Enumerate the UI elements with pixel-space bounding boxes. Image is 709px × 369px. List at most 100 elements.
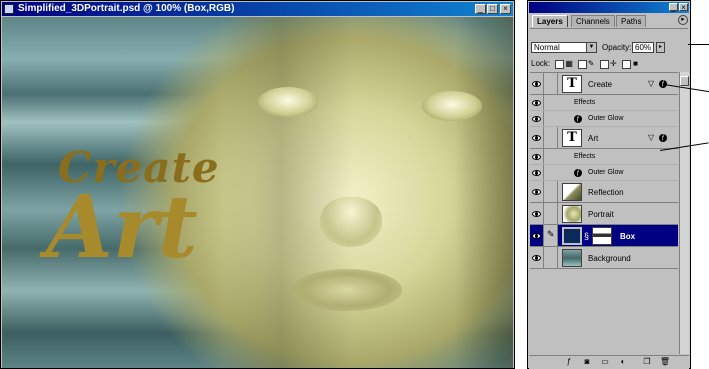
- right-eye: [422, 91, 482, 121]
- chain-link-icon: §: [584, 231, 590, 241]
- layers-palette: _ × Layers Channels Paths ▸ Normal ▼ Opa…: [527, 0, 691, 369]
- palette-close-button[interactable]: ×: [679, 3, 688, 12]
- opacity-slider-button[interactable]: ▸: [656, 42, 665, 53]
- layer-name: Create: [588, 80, 613, 89]
- eye-icon: [532, 116, 541, 122]
- outer-glow-row[interactable]: ƒ Outer Glow: [530, 165, 678, 181]
- blend-mode-select[interactable]: Normal ▼: [531, 42, 597, 53]
- visibility-toggle[interactable]: [530, 73, 544, 94]
- visibility-toggle[interactable]: [530, 127, 544, 148]
- mask-icon[interactable]: ◙: [581, 357, 593, 367]
- nose: [320, 197, 382, 247]
- visibility-toggle[interactable]: [530, 165, 544, 180]
- scrollbar-thumb[interactable]: [680, 76, 689, 86]
- layer-thumbnail: [562, 249, 582, 267]
- eye-icon: [532, 135, 541, 141]
- layer-effects-icon: ƒ: [659, 134, 667, 142]
- photoshop-document-icon: [4, 4, 14, 14]
- layer-name: Portrait: [588, 210, 614, 219]
- layer-row-portrait[interactable]: Portrait: [530, 203, 678, 225]
- trash-icon[interactable]: 🗑: [659, 357, 671, 367]
- chevron-down-icon[interactable]: ▼: [586, 43, 596, 52]
- layer-style-icon[interactable]: ƒ: [563, 357, 575, 367]
- layers-scrollbar[interactable]: [679, 72, 689, 354]
- effects-label: Effects: [574, 153, 596, 160]
- outer-glow-row[interactable]: ƒ Outer Glow: [530, 111, 678, 127]
- image-canvas[interactable]: Create Art: [2, 17, 513, 368]
- opacity-input[interactable]: 60%: [632, 42, 654, 53]
- eye-icon: [532, 154, 541, 160]
- link-toggle[interactable]: [544, 127, 558, 148]
- visibility-toggle[interactable]: [530, 225, 544, 246]
- visibility-toggle[interactable]: [530, 181, 544, 202]
- link-toggle[interactable]: ✎: [544, 225, 558, 246]
- effects-row[interactable]: Effects: [530, 95, 678, 111]
- link-toggle[interactable]: [544, 247, 558, 268]
- close-button[interactable]: ×: [500, 4, 511, 14]
- layer-row-box[interactable]: ✎ § Box: [530, 225, 678, 247]
- visibility-toggle[interactable]: [530, 95, 544, 110]
- eye-icon: [532, 211, 541, 217]
- eye-icon: [532, 170, 541, 176]
- left-eye: [258, 87, 318, 117]
- new-set-icon[interactable]: ▭: [599, 357, 611, 367]
- lock-label: Lock:: [531, 59, 551, 69]
- palette-title-bar[interactable]: _ ×: [529, 2, 689, 13]
- brush-icon: ✎: [587, 59, 595, 68]
- maximize-button[interactable]: □: [487, 4, 498, 14]
- effect-icon: ƒ: [574, 115, 582, 123]
- visibility-toggle[interactable]: [530, 149, 544, 164]
- palette-minimize-button[interactable]: _: [669, 3, 678, 12]
- effects-row[interactable]: Effects: [530, 149, 678, 165]
- lock-image-checkbox[interactable]: [577, 59, 587, 69]
- link-toggle[interactable]: [544, 73, 558, 94]
- document-title: Simplified_3DPortrait.psd @ 100% (Box,RG…: [18, 3, 235, 14]
- layer-name: Reflection: [588, 188, 624, 197]
- layer-mask-thumbnail: [592, 227, 612, 245]
- callout-line: [688, 44, 709, 45]
- expand-triangle-icon[interactable]: ▽: [648, 133, 654, 142]
- visibility-toggle[interactable]: [530, 203, 544, 224]
- tab-layers[interactable]: Layers: [532, 15, 568, 27]
- link-toggle[interactable]: [544, 203, 558, 224]
- visibility-toggle[interactable]: [530, 111, 544, 126]
- eye-icon: [532, 189, 541, 195]
- palette-bottom-toolbar: ƒ ◙ ▭ ◐ ❐ 🗑: [529, 355, 689, 369]
- opacity-label: Opacity:: [602, 43, 632, 52]
- lock-transparency-checkbox[interactable]: [555, 59, 565, 69]
- face-shading: [223, 17, 513, 368]
- adjustment-layer-icon[interactable]: ◐: [617, 357, 629, 367]
- layers-list: T Create ▽ ƒ Effects ƒ Outer Glow T Art …: [530, 72, 678, 355]
- new-layer-icon[interactable]: ❐: [641, 357, 653, 367]
- layer-name: Art: [588, 134, 599, 143]
- layer-row-art[interactable]: T Art ▽ ƒ: [530, 127, 678, 149]
- blend-mode-value: Normal: [534, 43, 560, 52]
- move-icon: ✛: [609, 59, 617, 68]
- layer-name: Background: [588, 254, 631, 263]
- eye-icon: [532, 255, 541, 261]
- lips: [292, 269, 402, 311]
- eye-icon: [532, 100, 541, 106]
- palette-menu-icon[interactable]: ▸: [678, 15, 688, 25]
- outer-glow-label: Outer Glow: [588, 169, 624, 176]
- document-title-bar[interactable]: Simplified_3DPortrait.psd @ 100% (Box,RG…: [2, 2, 513, 16]
- lock-all-checkbox[interactable]: [622, 59, 632, 69]
- layer-row-create[interactable]: T Create ▽ ƒ: [530, 73, 678, 95]
- lock-row: Lock: ▦ ✎ ✛ ■: [531, 59, 639, 69]
- layer-thumbnail: [562, 227, 582, 245]
- layer-name: Box: [620, 232, 636, 241]
- layer-row-reflection[interactable]: Reflection: [530, 181, 678, 203]
- outer-glow-label: Outer Glow: [588, 115, 624, 122]
- layer-row-background[interactable]: Background: [530, 247, 678, 269]
- layer-thumbnail: [562, 183, 582, 201]
- brush-icon: ✎: [547, 229, 555, 239]
- visibility-toggle[interactable]: [530, 247, 544, 268]
- tab-channels[interactable]: Channels: [571, 15, 615, 27]
- tab-paths[interactable]: Paths: [616, 15, 647, 27]
- expand-triangle-icon[interactable]: ▽: [648, 79, 654, 88]
- text-layer-thumbnail: T: [562, 129, 582, 147]
- lock-position-checkbox[interactable]: [599, 59, 609, 69]
- minimize-button[interactable]: _: [475, 4, 486, 14]
- link-toggle[interactable]: [544, 181, 558, 202]
- transparency-icon: ▦: [565, 59, 573, 68]
